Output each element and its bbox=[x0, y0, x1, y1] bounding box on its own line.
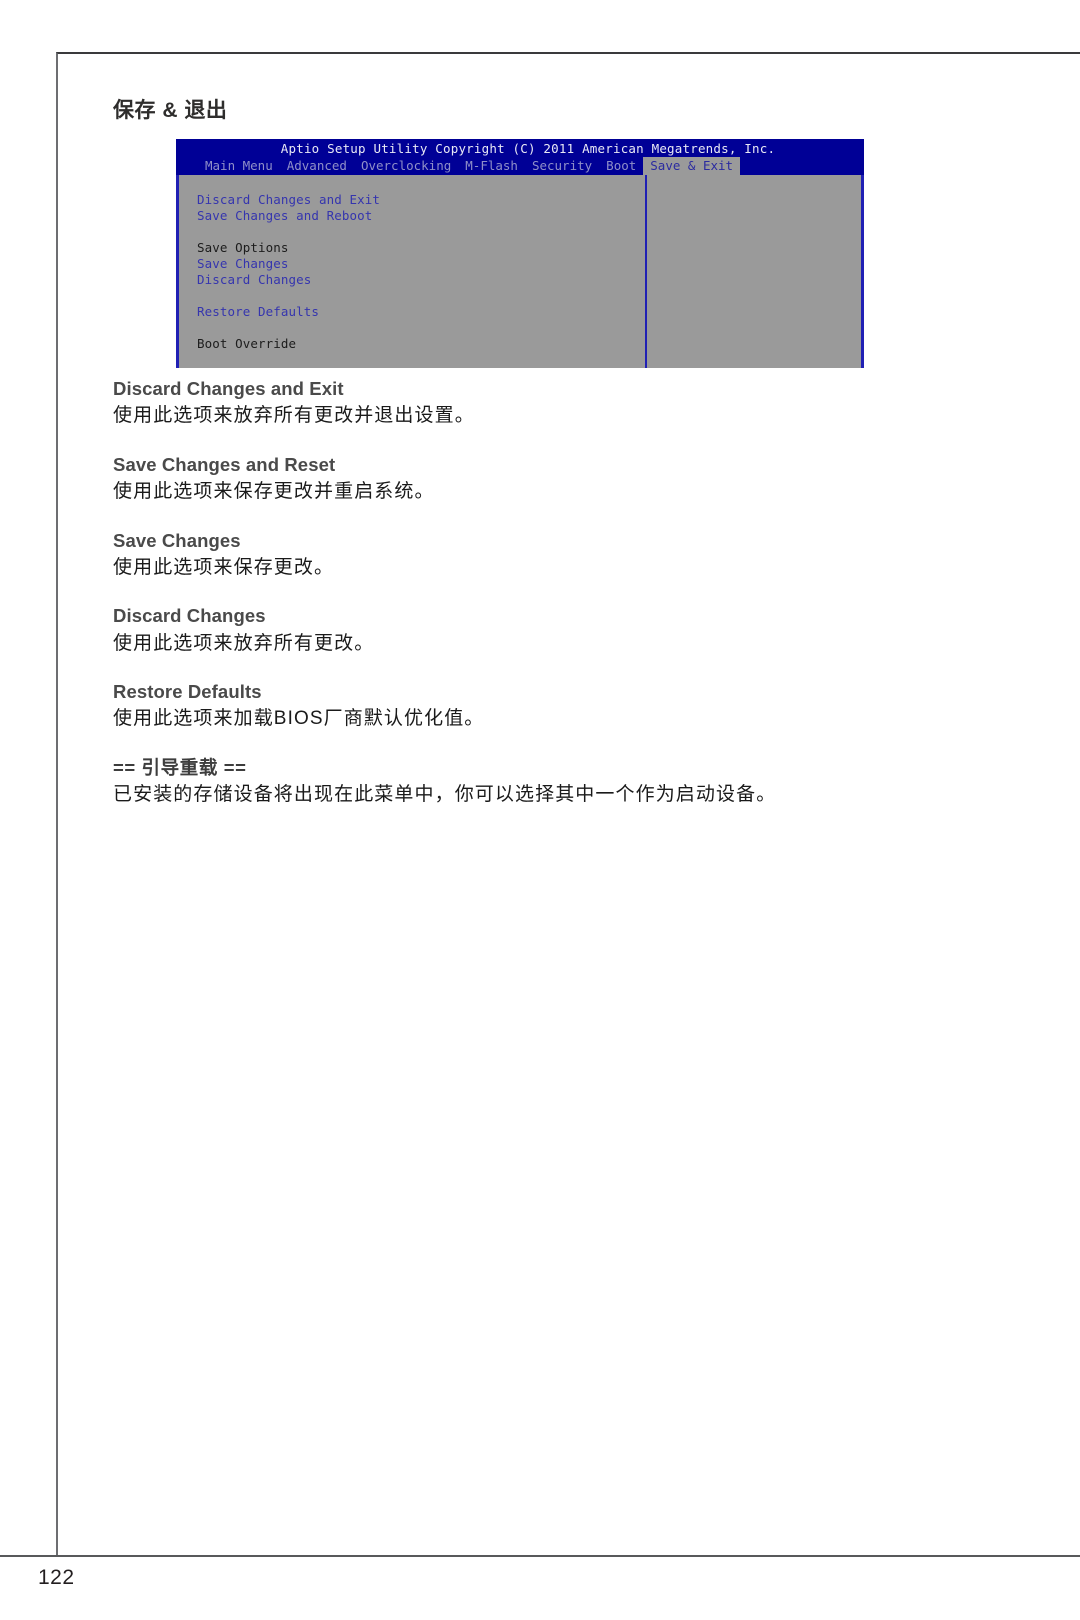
description-text: 使用此选项来放弃所有更改。 bbox=[113, 632, 375, 654]
bios-menu-spacer bbox=[197, 288, 627, 304]
bios-tab-save-exit[interactable]: Save & Exit bbox=[643, 157, 741, 175]
bios-menu-spacer bbox=[197, 224, 627, 240]
bios-menu-item-save-changes-and-reboot[interactable]: Save Changes and Reboot bbox=[197, 208, 627, 224]
description-text: 使用此选项来保存更改并重启系统。 bbox=[113, 481, 435, 503]
bios-menu-item-boot-override: Boot Override bbox=[197, 336, 297, 351]
content-column: 保存 & 退出 bbox=[113, 98, 1013, 137]
description-title: Save Changes and Reset bbox=[113, 453, 336, 475]
description-block: Discard Changes and Exit 使用此选项来放弃所有更改并退出设… bbox=[113, 376, 1003, 431]
bios-tab-m-flash[interactable]: M-Flash bbox=[458, 157, 525, 175]
bios-tab-security[interactable]: Security bbox=[525, 157, 599, 175]
page-number: 122 bbox=[38, 1566, 75, 1589]
bios-tab-main-menu[interactable]: Main Menu bbox=[198, 157, 280, 175]
bios-tab-boot[interactable]: Boot bbox=[599, 157, 643, 175]
bios-pane-divider bbox=[645, 175, 647, 368]
bios-header-bar: Aptio Setup Utility Copyright (C) 2011 A… bbox=[176, 139, 864, 175]
page-title: 保存 & 退出 bbox=[113, 99, 228, 122]
bios-menu-item-save-changes[interactable]: Save Changes bbox=[197, 256, 627, 272]
description-text: 使用此选项来放弃所有更改并退出设置。 bbox=[113, 405, 475, 427]
footer-rule bbox=[0, 1555, 1080, 1557]
description-block: Discard Changes 使用此选项来放弃所有更改。 bbox=[113, 603, 1003, 658]
description-block: == 引导重载 == 已安装的存储设备将出现在此菜单中，你可以选择其中一个作为启动… bbox=[113, 755, 1003, 810]
description-block: Save Changes 使用此选项来保存更改。 bbox=[113, 528, 1003, 583]
bios-menu-item-discard-changes[interactable]: Discard Changes bbox=[197, 272, 627, 288]
description-title: Discard Changes bbox=[113, 605, 266, 627]
description-text: 使用此选项来保存更改。 bbox=[113, 556, 335, 578]
bios-menu-list: Discard Changes and Exit Save Changes and… bbox=[197, 192, 627, 352]
bios-menu-spacer bbox=[197, 320, 627, 336]
bios-menu-item-save-options: Save Options bbox=[197, 240, 289, 255]
description-title: Discard Changes and Exit bbox=[113, 378, 344, 399]
bios-setup-screenshot: Aptio Setup Utility Copyright (C) 2011 A… bbox=[176, 139, 864, 368]
bios-body-panel: Discard Changes and Exit Save Changes and… bbox=[176, 175, 864, 368]
bios-menu-item-discard-changes-and-exit[interactable]: Discard Changes and Exit bbox=[197, 192, 627, 208]
description-block: Save Changes and Reset 使用此选项来保存更改并重启系统。 bbox=[113, 452, 1003, 507]
bios-tab-bar: Main Menu Advanced Overclocking M-Flash Secu… bbox=[198, 157, 741, 175]
bios-tab-advanced[interactable]: Advanced bbox=[280, 157, 354, 175]
bios-menu-item-restore-defaults[interactable]: Restore Defaults bbox=[197, 304, 627, 320]
description-title: Save Changes bbox=[113, 529, 241, 551]
description-title: == 引导重载 == bbox=[113, 756, 247, 778]
description-text: 使用此选项来加载BIOS厂商默认优化值。 bbox=[113, 708, 485, 730]
description-block: Restore Defaults 使用此选项来加载BIOS厂商默认优化值。 bbox=[113, 679, 1003, 734]
bios-tab-overclocking[interactable]: Overclocking bbox=[354, 157, 458, 175]
description-title: Restore Defaults bbox=[113, 681, 262, 703]
description-list: Discard Changes and Exit 使用此选项来放弃所有更改并退出设… bbox=[113, 376, 1003, 810]
bios-copyright-title: Aptio Setup Utility Copyright (C) 2011 A… bbox=[280, 141, 776, 156]
description-text: 已安装的存储设备将出现在此菜单中，你可以选择其中一个作为启动设备。 bbox=[113, 784, 777, 806]
